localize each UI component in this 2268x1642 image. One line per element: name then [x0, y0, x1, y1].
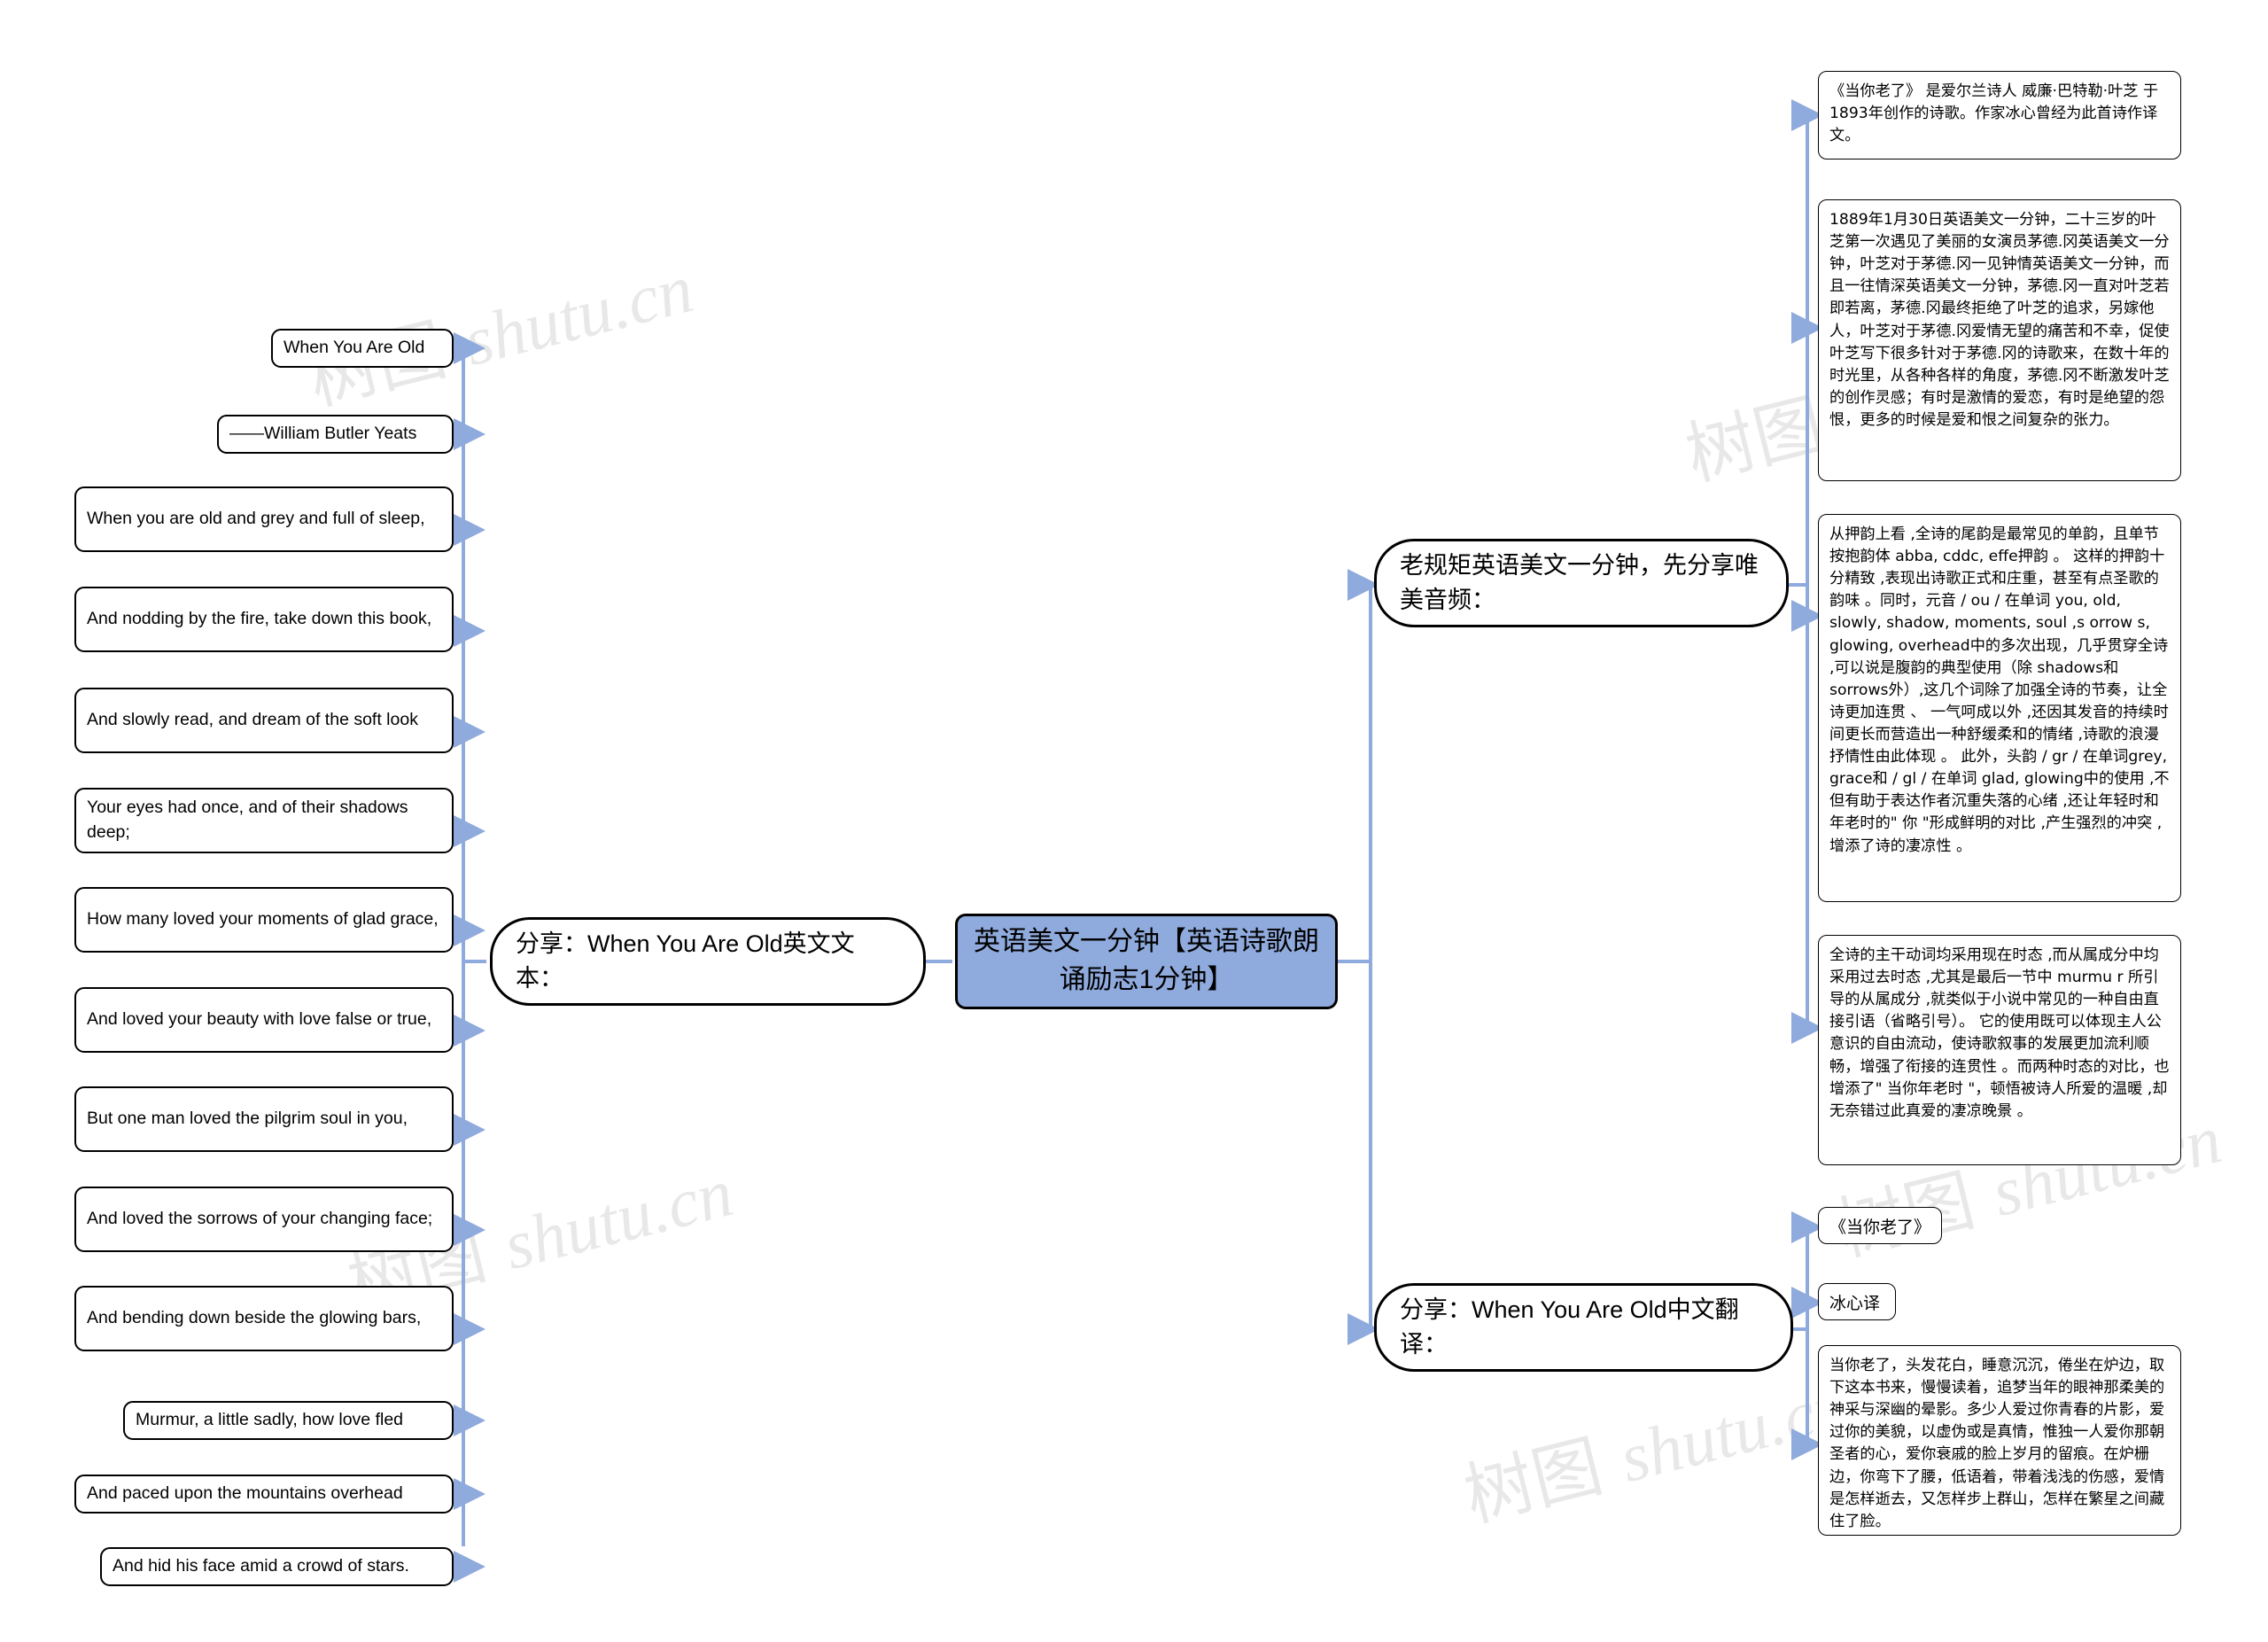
- poem-line-node[interactable]: When You Are Old: [271, 329, 454, 368]
- poem-line-node[interactable]: But one man loved the pilgrim soul in yo…: [74, 1086, 454, 1152]
- detail-node-rhyme-analysis-text: 从押韵上看 ,全诗的尾韵是最常见的单韵，且单节按抱韵体 abba, cddc, …: [1829, 525, 2170, 855]
- poem-line-label: ——William Butler Yeats: [229, 424, 417, 444]
- poem-line-node[interactable]: Murmur, a little sadly, how love fled: [123, 1401, 454, 1440]
- poem-line-label: And nodding by the fire, take down this …: [87, 609, 432, 629]
- branch-node-audio-intro[interactable]: 老规矩英语美文一分钟，先分享唯美音频：: [1374, 539, 1789, 627]
- poem-line-label: And loved the sorrows of your changing f…: [87, 1209, 433, 1229]
- root-node-label: 英语美文一分钟【英语诗歌朗诵励志1分钟】: [974, 927, 1319, 994]
- branch-node-audio-intro-label: 老规矩英语美文一分钟，先分享唯美音频：: [1400, 551, 1759, 613]
- detail-node-biography-text: 1889年1月30日英语美文一分钟，二十三岁的叶芝第一次遇见了美丽的女演员茅德.…: [1829, 211, 2170, 429]
- mindmap-canvas: 树图 shutu.cn 树图 shutu.cn 树图 shutu.cn 树图 s…: [0, 0, 2268, 1642]
- detail-node-rhyme-analysis[interactable]: 从押韵上看 ,全诗的尾韵是最常见的单韵，且单节按抱韵体 abba, cddc, …: [1818, 514, 2181, 902]
- detail-node-poem-origin[interactable]: 《当你老了》 是爱尔兰诗人 威廉·巴特勒·叶芝 于1893年创作的诗歌。作家冰心…: [1818, 71, 2181, 160]
- poem-line-node[interactable]: And paced upon the mountains overhead: [74, 1475, 454, 1514]
- detail-node-chinese-poem[interactable]: 当你老了，头发花白，睡意沉沉，倦坐在炉边，取下这本书来，慢慢读着，追梦当年的眼神…: [1818, 1345, 2181, 1536]
- poem-line-node[interactable]: And loved the sorrows of your changing f…: [74, 1187, 454, 1252]
- branch-node-chinese-translation[interactable]: 分享：When You Are Old中文翻译：: [1374, 1283, 1793, 1372]
- poem-line-node[interactable]: And loved your beauty with love false or…: [74, 987, 454, 1053]
- poem-line-node[interactable]: And hid his face amid a crowd of stars.: [100, 1547, 454, 1586]
- poem-line-label: And paced upon the mountains overhead: [87, 1483, 403, 1504]
- poem-line-node[interactable]: And slowly read, and dream of the soft l…: [74, 688, 454, 753]
- poem-line-label: And bending down beside the glowing bars…: [87, 1308, 422, 1328]
- poem-line-label: And slowly read, and dream of the soft l…: [87, 710, 418, 730]
- poem-line-node[interactable]: Your eyes had once, and of their shadows…: [74, 788, 454, 853]
- branch-node-chinese-translation-label: 分享：When You Are Old中文翻译：: [1400, 1296, 1739, 1358]
- branch-node-english-text-label: 分享：When You Are Old英文文本：: [516, 930, 855, 992]
- translation-title-node[interactable]: 《当你老了》: [1818, 1207, 1942, 1244]
- poem-line-label: How many loved your moments of glad grac…: [87, 909, 439, 930]
- poem-line-label: And loved your beauty with love false or…: [87, 1009, 432, 1030]
- poem-line-node[interactable]: ——William Butler Yeats: [217, 415, 454, 454]
- detail-node-chinese-poem-text: 当你老了，头发花白，睡意沉沉，倦坐在炉边，取下这本书来，慢慢读着，追梦当年的眼神…: [1829, 1357, 2165, 1530]
- detail-node-tense-analysis-text: 全诗的主干动词均采用现在时态 ,而从属成分中均采用过去时态 ,尤其是最后一节中 …: [1829, 946, 2170, 1120]
- poem-line-label: Your eyes had once, and of their shadows…: [87, 798, 408, 842]
- poem-line-node[interactable]: How many loved your moments of glad grac…: [74, 887, 454, 953]
- poem-line-node[interactable]: And bending down beside the glowing bars…: [74, 1286, 454, 1351]
- poem-line-label: And hid his face amid a crowd of stars.: [113, 1556, 409, 1576]
- branch-node-english-text[interactable]: 分享：When You Are Old英文文本：: [490, 917, 926, 1006]
- detail-node-tense-analysis[interactable]: 全诗的主干动词均采用现在时态 ,而从属成分中均采用过去时态 ,尤其是最后一节中 …: [1818, 935, 2181, 1165]
- poem-line-node[interactable]: And nodding by the fire, take down this …: [74, 587, 454, 652]
- root-node[interactable]: 英语美文一分钟【英语诗歌朗诵励志1分钟】: [955, 914, 1338, 1009]
- poem-line-label: When you are old and grey and full of sl…: [87, 509, 425, 529]
- detail-node-biography[interactable]: 1889年1月30日英语美文一分钟，二十三岁的叶芝第一次遇见了美丽的女演员茅德.…: [1818, 199, 2181, 481]
- poem-line-label: Murmur, a little sadly, how love fled: [136, 1410, 404, 1430]
- translation-title-label: 《当你老了》: [1829, 1217, 1931, 1237]
- poem-line-label: When You Are Old: [284, 338, 425, 358]
- translator-node[interactable]: 冰心译: [1818, 1283, 1896, 1320]
- translator-label: 冰心译: [1829, 1293, 1881, 1313]
- poem-line-node[interactable]: When you are old and grey and full of sl…: [74, 486, 454, 552]
- detail-node-poem-origin-text: 《当你老了》 是爱尔兰诗人 威廉·巴特勒·叶芝 于1893年创作的诗歌。作家冰心…: [1829, 82, 2159, 145]
- poem-line-label: But one man loved the pilgrim soul in yo…: [87, 1109, 408, 1129]
